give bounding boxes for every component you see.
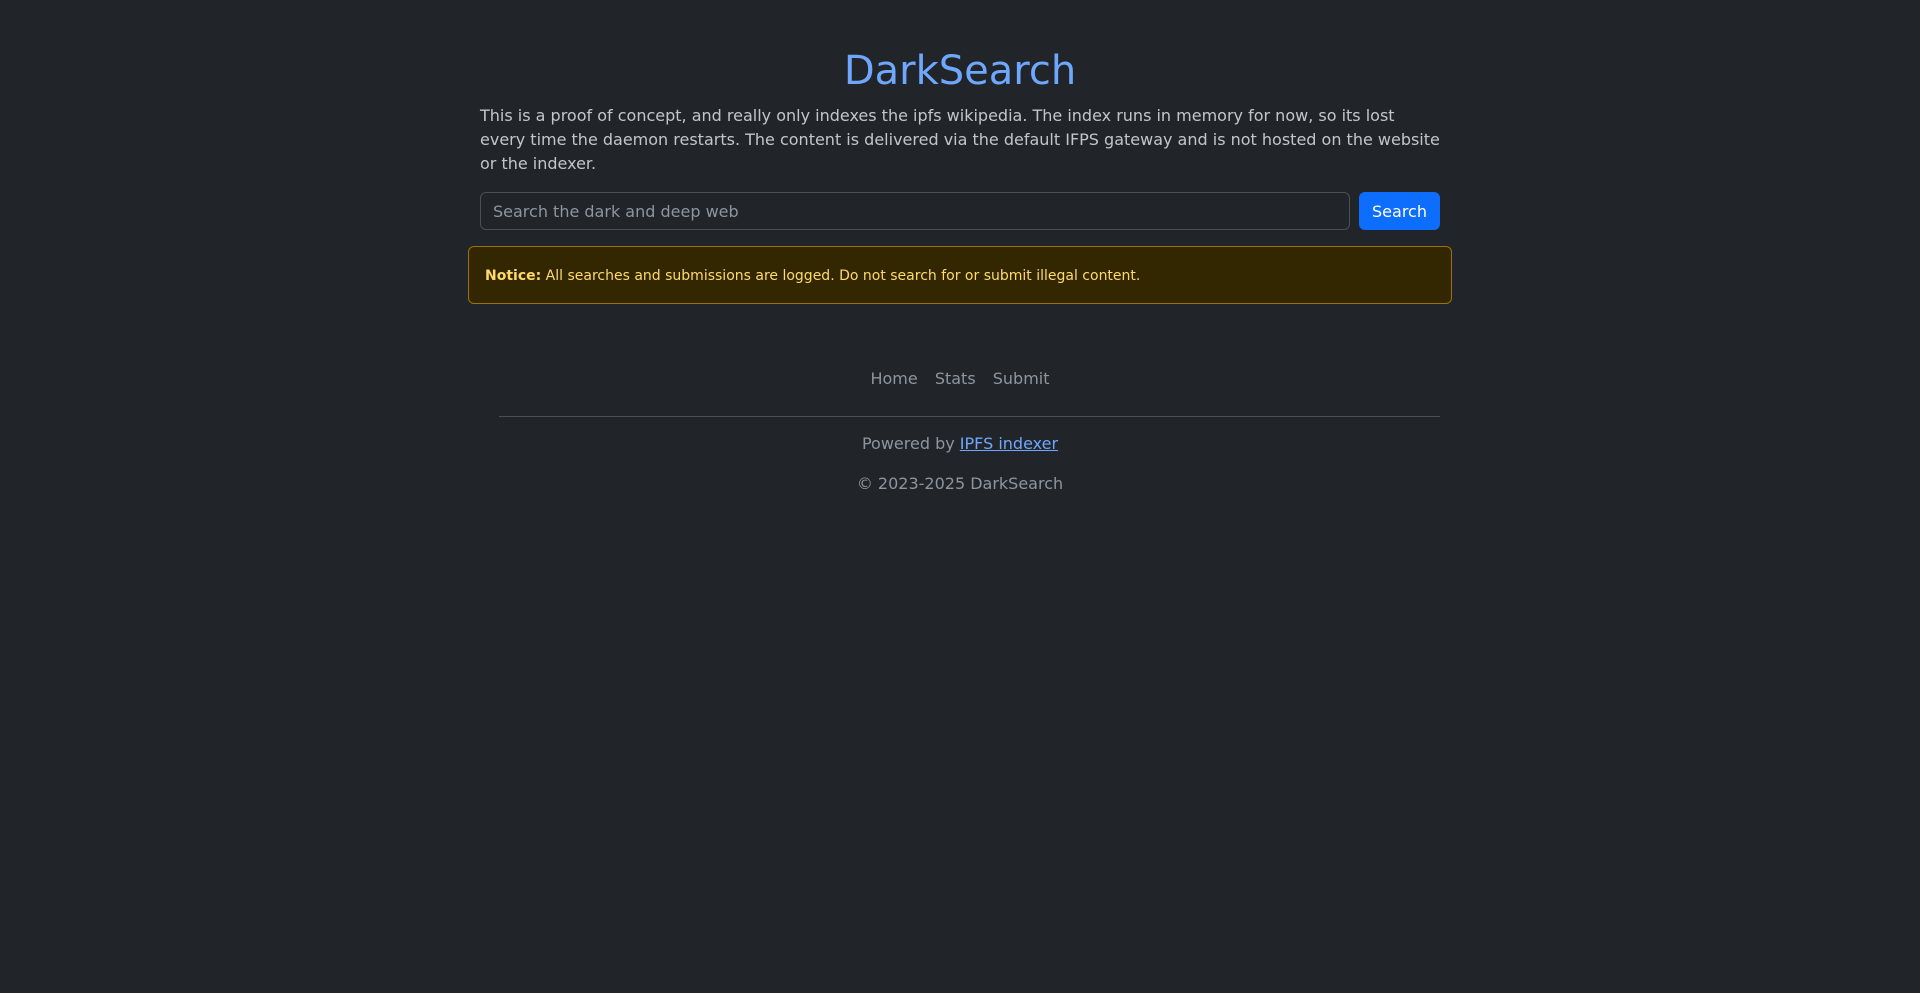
powered-by-prefix: Powered by xyxy=(861,434,955,453)
nav-link-stats[interactable]: Stats xyxy=(935,369,976,388)
footer-divider xyxy=(499,416,1440,417)
copyright: © 2023-2025 DarkSearch xyxy=(856,474,1064,493)
powered-by: Powered by IPFS indexer xyxy=(480,432,1440,456)
notice-label: Notice: xyxy=(485,268,542,284)
search-button[interactable]: Search xyxy=(1359,192,1440,230)
page-title: DarkSearch xyxy=(843,48,1077,94)
notice-alert: Notice: All searches and submissions are… xyxy=(468,246,1452,304)
nav-link-submit[interactable]: Submit xyxy=(993,369,1050,388)
footer-nav: Home Stats Submit xyxy=(480,367,1440,391)
search-input[interactable] xyxy=(480,192,1350,230)
nav-link-home[interactable]: Home xyxy=(870,369,917,388)
ipfs-indexer-link[interactable]: IPFS indexer xyxy=(960,434,1058,453)
intro-text: This is a proof of concept, and really o… xyxy=(480,106,1440,173)
search-form: Search xyxy=(480,192,1440,230)
main-container: DarkSearch This is a proof of concept, a… xyxy=(468,0,1452,993)
notice-text: All searches and submissions are logged.… xyxy=(545,268,1141,284)
